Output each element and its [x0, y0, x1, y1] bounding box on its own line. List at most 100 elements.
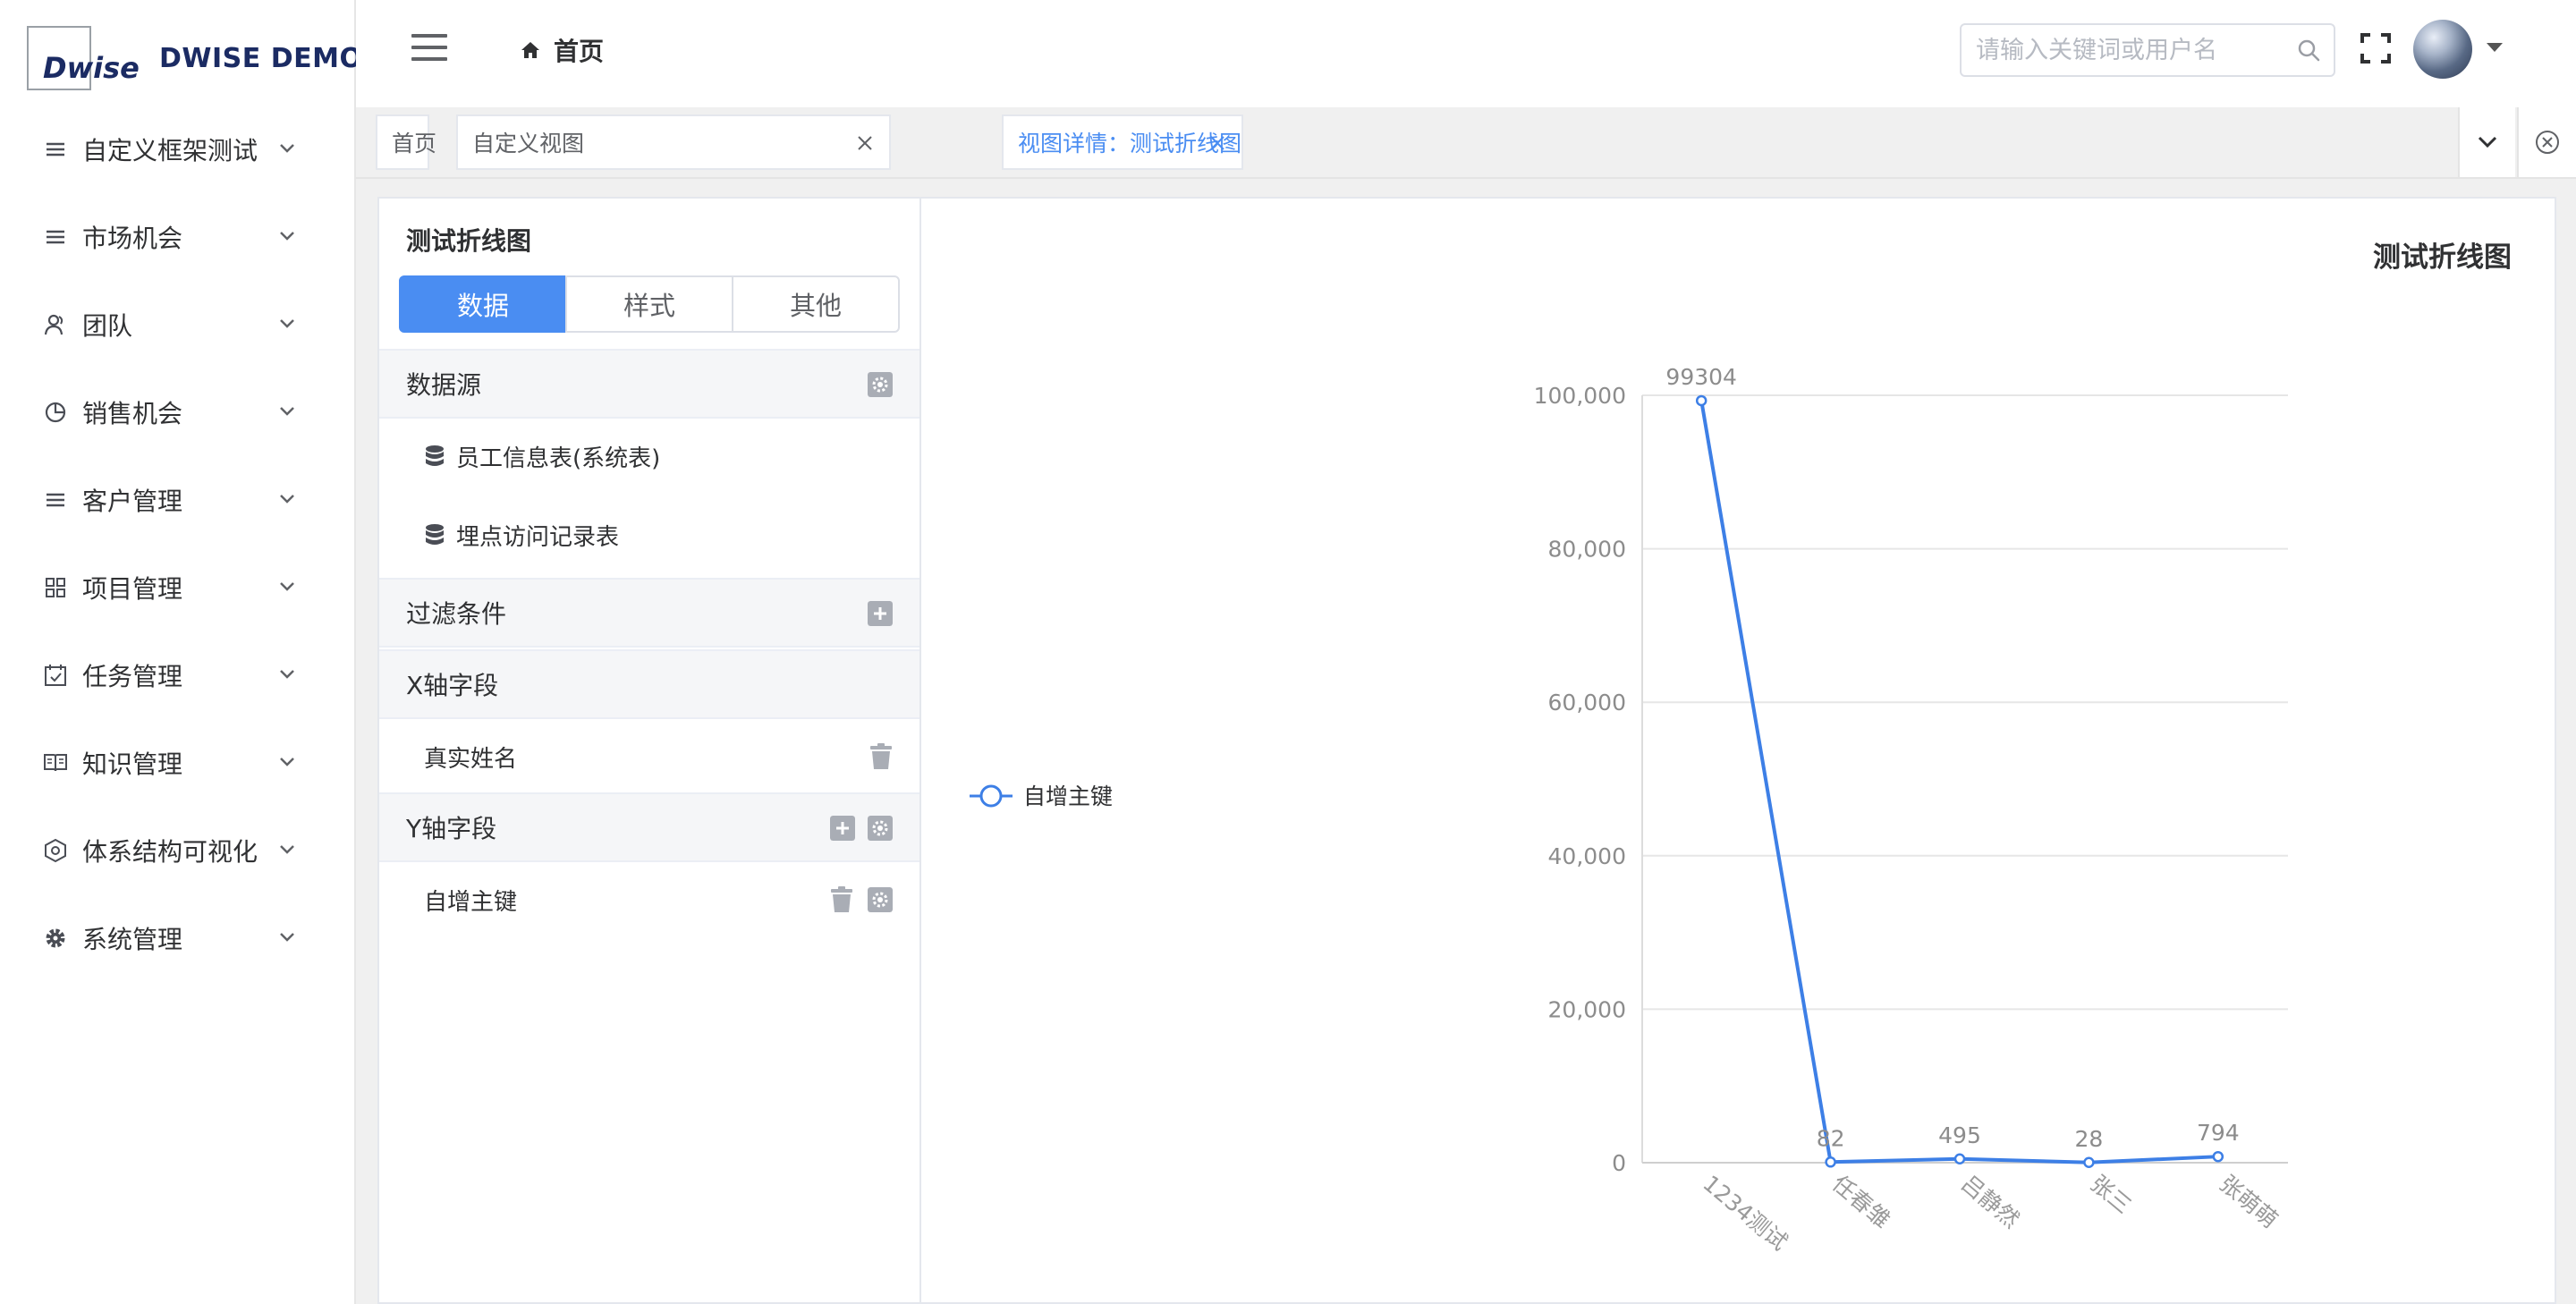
chevron-down-icon	[280, 582, 294, 591]
y-tick-label: 60,000	[1548, 690, 1626, 716]
tab-other[interactable]: 其他	[732, 275, 900, 333]
tab-tag[interactable]: 视图详情：测试折线图	[1002, 114, 1244, 170]
tags-bar: 首页 自定义视图 视图详情：测试折线图	[356, 107, 2576, 179]
tag-label: 视图详情：测试折线图	[1018, 131, 1242, 157]
legend-marker	[979, 784, 1003, 808]
y-tick-label: 40,000	[1548, 843, 1626, 869]
x-tick-label: 1234测试	[1698, 1170, 1792, 1255]
pie-icon	[43, 400, 68, 425]
x-tick-label: 任春雏	[1827, 1170, 1895, 1232]
close-icon[interactable]	[1209, 135, 1225, 151]
list-icon	[43, 224, 68, 250]
sidebar-item-label: 系统管理	[82, 925, 183, 954]
list-icon	[43, 137, 68, 162]
logo[interactable]: Dwise DWISE DEMO	[27, 25, 362, 91]
chevron-down-icon	[280, 319, 294, 328]
chevron-down-icon	[2478, 136, 2497, 148]
tab-tag[interactable]: 自定义视图	[456, 114, 891, 170]
series-line	[1699, 400, 2218, 1164]
sidebar-item[interactable]: 团队	[0, 281, 354, 368]
add-icon[interactable]	[830, 816, 855, 841]
users-icon	[43, 312, 68, 337]
logo-mark-text: Dwise	[43, 51, 140, 85]
hamburger-menu-icon[interactable]	[411, 34, 447, 61]
sidebar-item[interactable]: 任务管理	[0, 631, 354, 719]
data-point	[2083, 1156, 2095, 1169]
header: 首页	[356, 0, 2576, 107]
x-tick-label: 张三	[2086, 1170, 2137, 1218]
fullscreen-icon[interactable]	[2360, 32, 2392, 64]
x-axis-header: X轴字段	[379, 649, 919, 719]
datasource-header: 数据源	[379, 349, 919, 419]
datasource-item[interactable]: 埋点访问记录表	[379, 499, 919, 571]
y-tick-label: 80,000	[1548, 537, 1626, 563]
search-box	[1960, 23, 2335, 77]
legend-label: 自增主键	[1023, 783, 1113, 809]
tag-label: 首页	[392, 131, 437, 157]
data-point	[1953, 1153, 1966, 1165]
x-tick-label: 张萌萌	[2215, 1170, 2283, 1232]
sidebar-item[interactable]: 自定义框架测试	[0, 106, 354, 193]
breadcrumb-home: 首页	[554, 37, 605, 66]
calendar-check-icon	[43, 663, 68, 688]
close-all-tags-button[interactable]	[2517, 107, 2576, 177]
close-icon[interactable]	[857, 135, 873, 151]
add-icon[interactable]	[868, 601, 893, 626]
sidebar-item[interactable]: 客户管理	[0, 456, 354, 544]
gear-icon[interactable]	[868, 372, 893, 397]
search-input[interactable]	[1976, 25, 2298, 75]
tab-data[interactable]: 数据	[399, 275, 567, 333]
trash-icon[interactable]	[869, 743, 893, 770]
data-point	[2212, 1150, 2224, 1163]
grid-icon	[43, 575, 68, 600]
x-field-item[interactable]: 真实姓名	[379, 721, 919, 792]
sidebar-item[interactable]: 体系结构可视化	[0, 807, 354, 894]
y-field-item[interactable]: 自增主键	[379, 864, 919, 936]
data-point	[1695, 394, 1707, 407]
data-label: 794	[2197, 1120, 2240, 1146]
filter-header: 过滤条件	[379, 578, 919, 648]
y-tick-label: 0	[1612, 1150, 1626, 1176]
sidebar: Dwise DWISE DEMO 自定义框架测试 市场机会团队销售机会客户管理项目…	[0, 0, 362, 1304]
sidebar-item-label: 团队	[82, 311, 133, 341]
gear-icon[interactable]	[868, 887, 893, 912]
datasource-name: 员工信息表(系统表)	[456, 445, 661, 472]
filter-label: 过滤条件	[406, 599, 507, 629]
tab-style[interactable]: 样式	[565, 275, 733, 333]
chevron-down-icon	[280, 845, 294, 854]
data-point	[1825, 1156, 1836, 1168]
tab-tag[interactable]: 首页	[376, 114, 436, 170]
datasource-item[interactable]: 员工信息表(系统表)	[379, 420, 919, 492]
gear-icon	[43, 926, 68, 951]
sidebar-item-label: 项目管理	[82, 574, 183, 604]
search-icon[interactable]	[2296, 38, 2321, 63]
data-label: 495	[1938, 1122, 1981, 1148]
line-chart: 0 20,000 40,000 60,000 80,000 100,000 1234测试 任春…	[970, 364, 2288, 1256]
chart-config-panel: 测试折线图 数据 样式 其他 数据源 员工信息表(系统表) 埋点访问记录表 过滤…	[377, 197, 921, 1304]
trash-icon[interactable]	[830, 886, 853, 913]
sidebar-item[interactable]: 市场机会	[0, 193, 354, 281]
content-area: 测试折线图 数据 样式 其他 数据源 员工信息表(系统表) 埋点访问记录表 过滤…	[356, 179, 2576, 1304]
database-icon	[426, 445, 444, 466]
chart-preview-panel: 测试折线图 0 20,000 40,000 60,000 80,000 100,000 12…	[921, 197, 2556, 1304]
caret-down-icon[interactable]	[2487, 43, 2503, 52]
sidebar-item[interactable]: 系统管理	[0, 894, 354, 982]
list-icon	[43, 487, 68, 512]
sidebar-item-label: 销售机会	[82, 399, 183, 428]
chevron-down-icon	[280, 495, 294, 504]
y-axis-header: Y轴字段	[379, 792, 919, 862]
home-icon	[521, 42, 539, 58]
chevron-down-icon	[280, 144, 294, 153]
sidebar-item-label: 知识管理	[82, 749, 183, 779]
tags-dropdown-button[interactable]	[2458, 107, 2515, 177]
circle-close-icon	[2536, 131, 2559, 154]
sidebar-item[interactable]: 项目管理	[0, 544, 354, 631]
user-avatar[interactable]	[2413, 20, 2472, 79]
x-axis-label: X轴字段	[406, 671, 499, 700]
gear-icon[interactable]	[868, 816, 893, 841]
sidebar-item[interactable]: 销售机会	[0, 368, 354, 456]
sidebar-item[interactable]: 知识管理	[0, 719, 354, 807]
datasource-label: 数据源	[406, 370, 482, 400]
breadcrumb[interactable]: 首页	[520, 32, 604, 68]
x-tick-label: 吕静然	[1956, 1170, 2024, 1232]
